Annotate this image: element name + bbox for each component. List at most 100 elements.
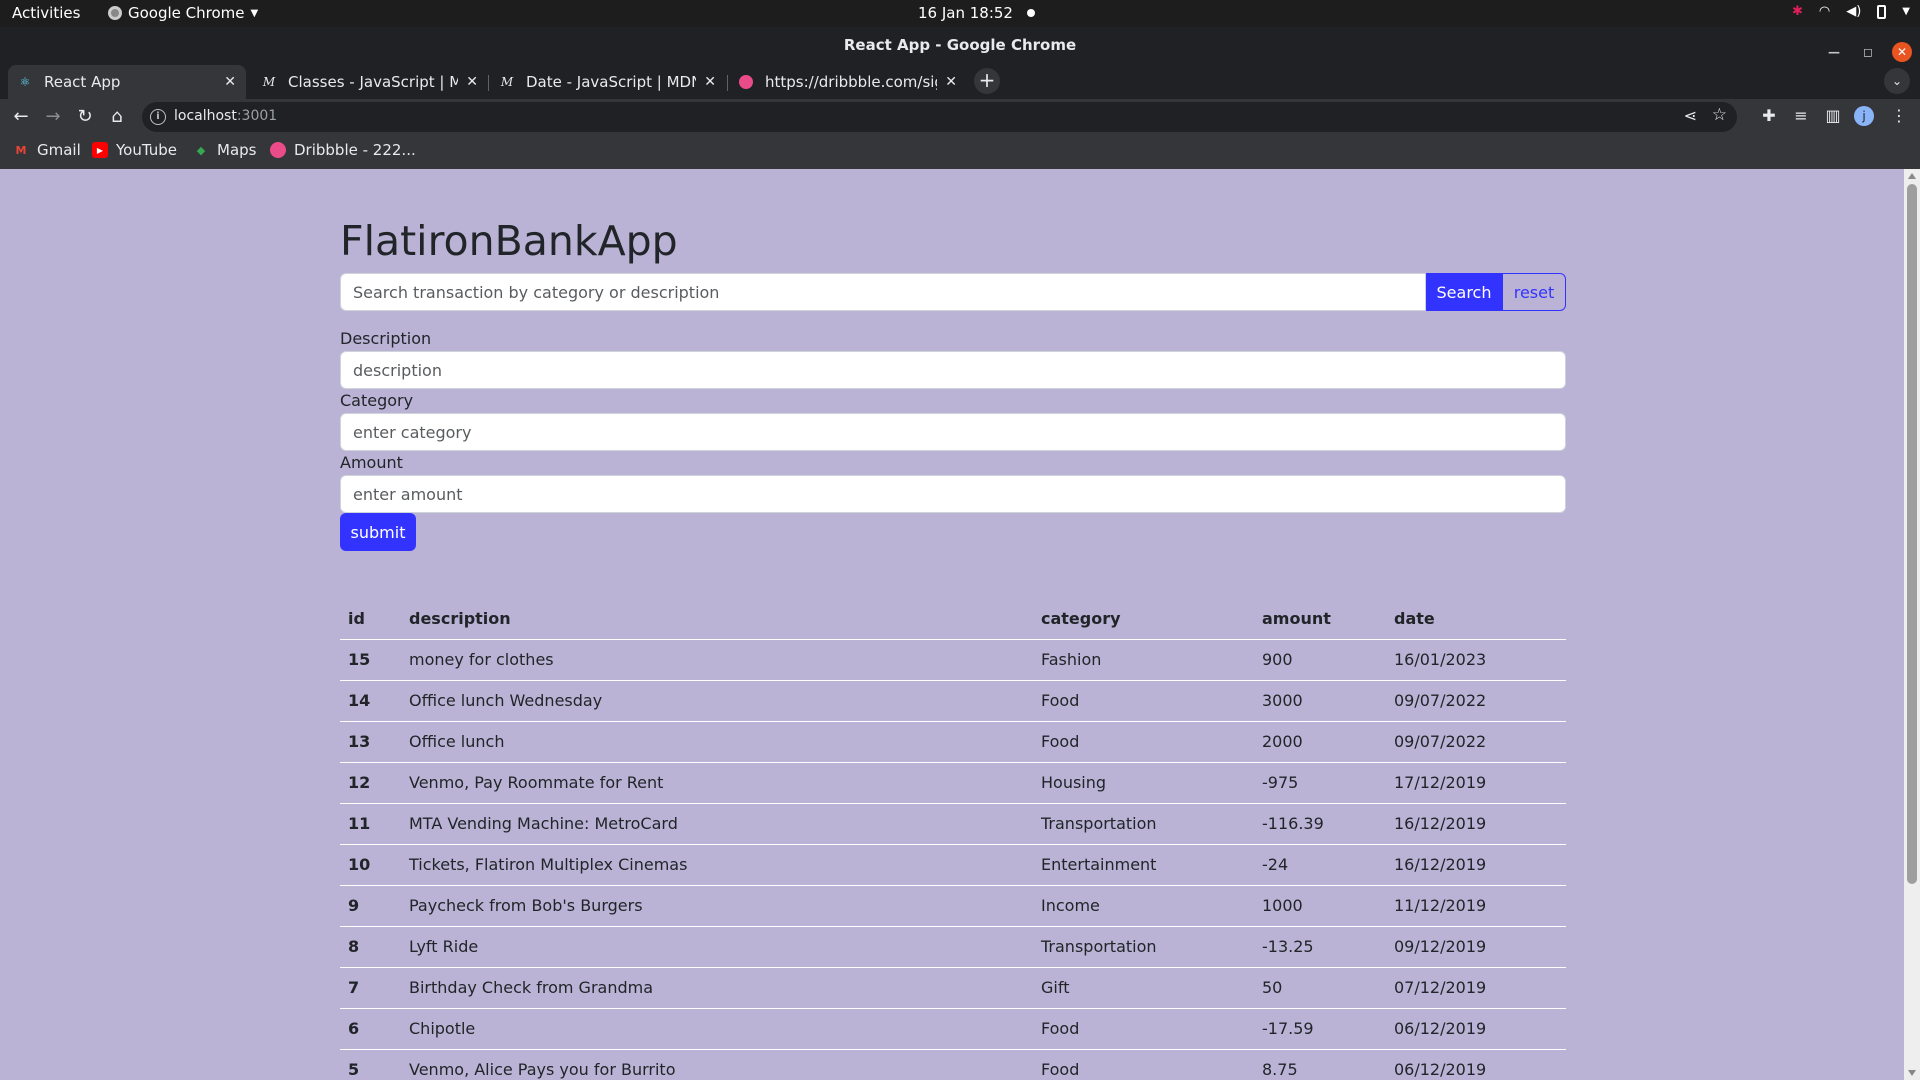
bookmark-gmail[interactable]: M Gmail bbox=[13, 141, 81, 159]
cell-id: 15 bbox=[340, 639, 401, 681]
activities-button[interactable]: Activities bbox=[12, 4, 80, 22]
cell-id: 12 bbox=[340, 762, 401, 804]
cell-category: Income bbox=[1033, 885, 1254, 927]
cell-description: Birthday Check from Grandma bbox=[401, 967, 1033, 1009]
forward-icon[interactable]: → bbox=[41, 105, 65, 129]
tab-classes-mdn[interactable]: M Classes - JavaScript | MDN ✕ bbox=[252, 65, 488, 99]
description-input[interactable] bbox=[340, 351, 1566, 389]
system-tray[interactable]: ✱ ◠ ◀) ▼ bbox=[1792, 4, 1910, 19]
bookmarks-bar: M Gmail ▶ YouTube ◆ Maps Dribbble - 222.… bbox=[0, 135, 1920, 169]
cell-id: 11 bbox=[340, 803, 401, 845]
submit-button[interactable]: submit bbox=[340, 513, 416, 551]
clock-label: 16 Jan 18:52 bbox=[918, 4, 1013, 22]
app-menu[interactable]: Google Chrome ▼ bbox=[108, 4, 258, 22]
slack-icon[interactable]: ✱ bbox=[1792, 4, 1803, 19]
scroll-down-icon[interactable] bbox=[1908, 1070, 1916, 1076]
side-panel-icon[interactable]: ▥ bbox=[1822, 106, 1844, 125]
cell-category: Food bbox=[1033, 1049, 1254, 1080]
cell-amount: -17.59 bbox=[1254, 1008, 1386, 1050]
transactions-body: 15 money for clothes Fashion 900 16/01/2023 1… bbox=[340, 639, 1566, 1080]
cell-category: Transportation bbox=[1033, 803, 1254, 845]
cell-date: 06/12/2019 bbox=[1386, 1049, 1566, 1080]
cell-description: Office lunch bbox=[401, 721, 1033, 763]
cell-description: Chipotle bbox=[401, 1008, 1033, 1050]
scroll-up-icon[interactable] bbox=[1908, 173, 1916, 179]
reload-icon[interactable]: ↻ bbox=[73, 105, 97, 129]
notification-dot-icon bbox=[1026, 9, 1035, 17]
battery-icon bbox=[1877, 4, 1887, 19]
tab-label: Date - JavaScript | MDN bbox=[526, 73, 697, 91]
tab-search-button[interactable]: ⌄ bbox=[1884, 68, 1910, 94]
description-field-group: Description bbox=[340, 327, 1566, 389]
tab-date-mdn[interactable]: M Date - JavaScript | MDN ✕ bbox=[490, 65, 726, 99]
bookmark-label: Maps bbox=[217, 141, 257, 159]
amount-field-group: Amount bbox=[340, 451, 1566, 513]
close-tab-icon[interactable]: ✕ bbox=[704, 74, 716, 90]
system-menu-chevron-icon: ▼ bbox=[1902, 6, 1910, 17]
home-icon[interactable]: ⌂ bbox=[105, 105, 129, 129]
share-icon[interactable]: ⋖ bbox=[1684, 106, 1697, 125]
bookmark-star-icon[interactable]: ☆ bbox=[1712, 105, 1727, 125]
search-button[interactable]: Search bbox=[1426, 273, 1502, 311]
cell-date: 06/12/2019 bbox=[1386, 1008, 1566, 1050]
profile-avatar[interactable]: j bbox=[1854, 106, 1874, 126]
cell-amount: 2000 bbox=[1254, 721, 1386, 763]
address-bar[interactable]: i localhost:3001 ⋖ ☆ bbox=[142, 102, 1737, 132]
table-row: 6 Chipotle Food -17.59 06/12/2019 bbox=[340, 1008, 1566, 1050]
header-description: description bbox=[401, 598, 1033, 640]
amount-input[interactable] bbox=[340, 475, 1566, 513]
tab-separator bbox=[727, 75, 728, 91]
cell-amount: 50 bbox=[1254, 967, 1386, 1009]
amount-label: Amount bbox=[340, 453, 403, 472]
extensions-icon[interactable]: ✚ bbox=[1758, 106, 1780, 125]
address-url[interactable]: localhost:3001 bbox=[174, 108, 277, 124]
tab-strip: ⚛ React App ✕ M Classes - JavaScript | M… bbox=[0, 63, 1920, 99]
cell-date: 16/01/2023 bbox=[1386, 639, 1566, 681]
category-input[interactable] bbox=[340, 413, 1566, 451]
search-input[interactable] bbox=[340, 273, 1426, 311]
reset-button[interactable]: reset bbox=[1502, 273, 1566, 311]
bookmark-youtube[interactable]: ▶ YouTube bbox=[92, 141, 177, 159]
description-label: Description bbox=[340, 329, 432, 348]
page-scrollbar[interactable] bbox=[1904, 169, 1920, 1080]
chrome-menu-icon[interactable]: ⋮ bbox=[1888, 106, 1910, 125]
scrollbar-thumb[interactable] bbox=[1907, 184, 1917, 884]
bookmark-dribbble[interactable]: Dribbble - 222... bbox=[270, 141, 416, 159]
cell-date: 09/07/2022 bbox=[1386, 680, 1566, 722]
cell-description: Lyft Ride bbox=[401, 926, 1033, 968]
site-info-icon[interactable]: i bbox=[150, 109, 166, 125]
cell-id: 10 bbox=[340, 844, 401, 886]
cell-amount: 900 bbox=[1254, 639, 1386, 681]
cell-id: 9 bbox=[340, 885, 401, 927]
cell-amount: -116.39 bbox=[1254, 803, 1386, 845]
tab-dribbble[interactable]: https://dribbble.com/signup ✕ bbox=[729, 65, 967, 99]
cell-amount: 1000 bbox=[1254, 885, 1386, 927]
bookmark-label: YouTube bbox=[116, 141, 177, 159]
table-row: 10 Tickets, Flatiron Multiplex Cinemas Ent… bbox=[340, 844, 1566, 886]
close-tab-icon[interactable]: ✕ bbox=[945, 74, 957, 90]
new-tab-button[interactable]: + bbox=[974, 68, 1000, 94]
close-window-icon[interactable]: ✕ bbox=[1892, 42, 1912, 62]
cell-date: 16/12/2019 bbox=[1386, 803, 1566, 845]
gmail-icon: M bbox=[15, 143, 27, 157]
close-tab-icon[interactable]: ✕ bbox=[466, 74, 478, 90]
tab-label: https://dribbble.com/signup bbox=[765, 73, 937, 91]
bookmark-label: Gmail bbox=[37, 141, 81, 159]
cell-id: 7 bbox=[340, 967, 401, 1009]
dribbble-icon bbox=[270, 142, 286, 158]
cell-id: 5 bbox=[340, 1049, 401, 1080]
bookmark-maps[interactable]: ◆ Maps bbox=[193, 141, 257, 159]
cell-date: 16/12/2019 bbox=[1386, 844, 1566, 886]
cell-date: 09/12/2019 bbox=[1386, 926, 1566, 968]
back-icon[interactable]: ← bbox=[9, 105, 33, 129]
media-controls-icon[interactable]: ≡ bbox=[1790, 106, 1812, 125]
cell-category: Food bbox=[1033, 680, 1254, 722]
maps-icon: ◆ bbox=[196, 143, 206, 157]
clock[interactable]: 16 Jan 18:52 bbox=[918, 4, 1035, 22]
browser-toolbar: ← → ↻ ⌂ i localhost:3001 ⋖ ☆ ✚ ≡ ▥ ⋮ bbox=[0, 99, 1920, 135]
tab-react-app[interactable]: ⚛ React App ✕ bbox=[8, 65, 246, 99]
mdn-icon: M bbox=[262, 75, 276, 89]
cell-description: Tickets, Flatiron Multiplex Cinemas bbox=[401, 844, 1033, 886]
close-tab-icon[interactable]: ✕ bbox=[224, 74, 236, 90]
transactions-table: id description category amount date 15 mo… bbox=[340, 598, 1566, 1080]
